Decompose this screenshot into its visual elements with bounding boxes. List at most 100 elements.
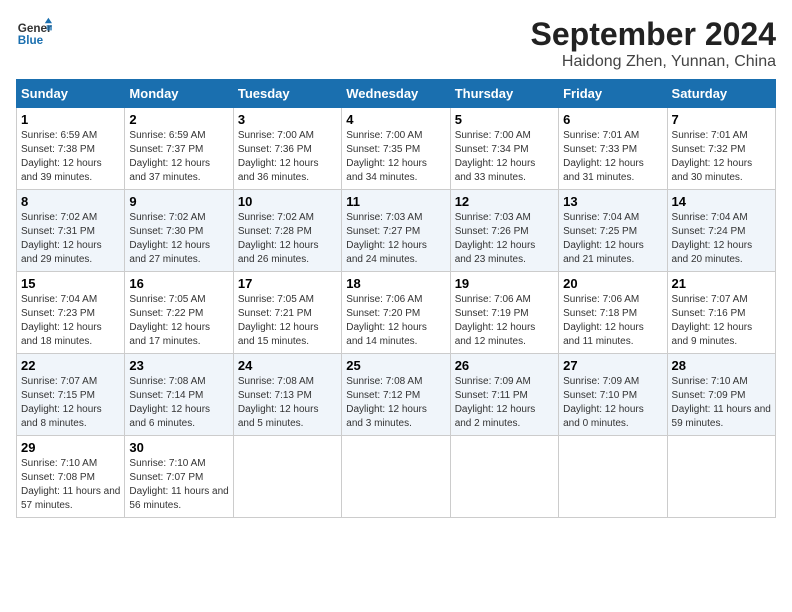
day-info: Sunrise: 7:00 AMSunset: 7:34 PMDaylight:… <box>455 129 554 185</box>
logo-icon: General Blue <box>16 16 52 52</box>
calendar-cell: 13 Sunrise: 7:04 AMSunset: 7:25 PMDayligh… <box>559 190 667 272</box>
day-info: Sunrise: 7:08 AMSunset: 7:12 PMDaylight:… <box>346 375 445 431</box>
calendar-cell: 3 Sunrise: 7:00 AMSunset: 7:36 PMDaylight… <box>233 108 341 190</box>
day-info: Sunrise: 7:03 AMSunset: 7:26 PMDaylight:… <box>455 211 554 267</box>
calendar-cell <box>233 436 341 518</box>
day-info: Sunrise: 7:05 AMSunset: 7:22 PMDaylight:… <box>129 293 228 349</box>
day-info: Sunrise: 7:00 AMSunset: 7:36 PMDaylight:… <box>238 129 337 185</box>
calendar-cell: 25 Sunrise: 7:08 AMSunset: 7:12 PMDayligh… <box>342 354 450 436</box>
day-number: 29 <box>21 440 120 455</box>
weekday-header: Sunday <box>17 80 125 108</box>
day-info: Sunrise: 6:59 AMSunset: 7:38 PMDaylight:… <box>21 129 120 185</box>
month-title: September 2024 <box>531 16 776 53</box>
day-number: 6 <box>563 112 662 127</box>
day-number: 2 <box>129 112 228 127</box>
day-number: 26 <box>455 358 554 373</box>
day-number: 25 <box>346 358 445 373</box>
svg-text:Blue: Blue <box>18 34 44 47</box>
day-info: Sunrise: 7:09 AMSunset: 7:11 PMDaylight:… <box>455 375 554 431</box>
calendar-cell: 15 Sunrise: 7:04 AMSunset: 7:23 PMDayligh… <box>17 272 125 354</box>
location: Haidong Zhen, Yunnan, China <box>531 53 776 71</box>
calendar-cell: 1 Sunrise: 6:59 AMSunset: 7:38 PMDaylight… <box>17 108 125 190</box>
day-info: Sunrise: 7:01 AMSunset: 7:32 PMDaylight:… <box>672 129 771 185</box>
calendar-cell: 4 Sunrise: 7:00 AMSunset: 7:35 PMDaylight… <box>342 108 450 190</box>
day-info: Sunrise: 7:06 AMSunset: 7:19 PMDaylight:… <box>455 293 554 349</box>
day-info: Sunrise: 7:08 AMSunset: 7:14 PMDaylight:… <box>129 375 228 431</box>
calendar-cell: 21 Sunrise: 7:07 AMSunset: 7:16 PMDayligh… <box>667 272 775 354</box>
day-number: 22 <box>21 358 120 373</box>
day-info: Sunrise: 7:03 AMSunset: 7:27 PMDaylight:… <box>346 211 445 267</box>
day-info: Sunrise: 7:07 AMSunset: 7:15 PMDaylight:… <box>21 375 120 431</box>
day-info: Sunrise: 7:00 AMSunset: 7:35 PMDaylight:… <box>346 129 445 185</box>
calendar-cell: 10Sunrise: 7:02 AMSunset: 7:28 PMDayligh… <box>233 190 341 272</box>
day-info: Sunrise: 7:08 AMSunset: 7:13 PMDaylight:… <box>238 375 337 431</box>
day-number: 27 <box>563 358 662 373</box>
weekday-header-row: SundayMondayTuesdayWednesdayThursdayFrid… <box>17 80 776 108</box>
day-number: 11 <box>346 194 445 209</box>
calendar-cell: 29 Sunrise: 7:10 AMSunset: 7:08 PMDayligh… <box>17 436 125 518</box>
day-info: Sunrise: 6:59 AMSunset: 7:37 PMDaylight:… <box>129 129 228 185</box>
title-section: September 2024 Haidong Zhen, Yunnan, Chi… <box>531 16 776 71</box>
day-number: 3 <box>238 112 337 127</box>
day-number: 21 <box>672 276 771 291</box>
calendar-cell: 6 Sunrise: 7:01 AMSunset: 7:33 PMDaylight… <box>559 108 667 190</box>
day-number: 13 <box>563 194 662 209</box>
calendar-cell <box>667 436 775 518</box>
calendar-cell: 2 Sunrise: 6:59 AMSunset: 7:37 PMDaylight… <box>125 108 233 190</box>
day-number: 9 <box>129 194 228 209</box>
calendar-cell <box>342 436 450 518</box>
day-number: 20 <box>563 276 662 291</box>
day-info: Sunrise: 7:04 AMSunset: 7:24 PMDaylight:… <box>672 211 771 267</box>
day-number: 1 <box>21 112 120 127</box>
day-info: Sunrise: 7:05 AMSunset: 7:21 PMDaylight:… <box>238 293 337 349</box>
weekday-header: Wednesday <box>342 80 450 108</box>
day-number: 14 <box>672 194 771 209</box>
day-number: 28 <box>672 358 771 373</box>
calendar-cell: 28 Sunrise: 7:10 AMSunset: 7:09 PMDayligh… <box>667 354 775 436</box>
day-info: Sunrise: 7:04 AMSunset: 7:25 PMDaylight:… <box>563 211 662 267</box>
day-number: 16 <box>129 276 228 291</box>
day-number: 30 <box>129 440 228 455</box>
calendar-cell: 17 Sunrise: 7:05 AMSunset: 7:21 PMDayligh… <box>233 272 341 354</box>
weekday-header: Friday <box>559 80 667 108</box>
calendar-cell <box>450 436 558 518</box>
calendar-cell: 7 Sunrise: 7:01 AMSunset: 7:32 PMDaylight… <box>667 108 775 190</box>
calendar-cell: 22 Sunrise: 7:07 AMSunset: 7:15 PMDayligh… <box>17 354 125 436</box>
calendar-cell: 24Sunrise: 7:08 AMSunset: 7:13 PMDayligh… <box>233 354 341 436</box>
calendar-cell: 9 Sunrise: 7:02 AMSunset: 7:30 PMDaylight… <box>125 190 233 272</box>
calendar-cell: 14 Sunrise: 7:04 AMSunset: 7:24 PMDayligh… <box>667 190 775 272</box>
day-info: Sunrise: 7:10 AMSunset: 7:09 PMDaylight:… <box>672 375 771 431</box>
calendar-cell: 19 Sunrise: 7:06 AMSunset: 7:19 PMDayligh… <box>450 272 558 354</box>
calendar-cell: 18Sunrise: 7:06 AMSunset: 7:20 PMDayligh… <box>342 272 450 354</box>
day-number: 8 <box>21 194 120 209</box>
weekday-header: Monday <box>125 80 233 108</box>
day-info: Sunrise: 7:04 AMSunset: 7:23 PMDaylight:… <box>21 293 120 349</box>
day-number: 18 <box>346 276 445 291</box>
day-info: Sunrise: 7:10 AMSunset: 7:08 PMDaylight:… <box>21 457 120 513</box>
calendar-cell: 5Sunrise: 7:00 AMSunset: 7:34 PMDaylight… <box>450 108 558 190</box>
day-info: Sunrise: 7:01 AMSunset: 7:33 PMDaylight:… <box>563 129 662 185</box>
day-number: 7 <box>672 112 771 127</box>
day-number: 15 <box>21 276 120 291</box>
calendar-cell: 27 Sunrise: 7:09 AMSunset: 7:10 PMDayligh… <box>559 354 667 436</box>
day-info: Sunrise: 7:09 AMSunset: 7:10 PMDaylight:… <box>563 375 662 431</box>
day-number: 23 <box>129 358 228 373</box>
calendar-cell: 8Sunrise: 7:02 AMSunset: 7:31 PMDaylight… <box>17 190 125 272</box>
weekday-header: Tuesday <box>233 80 341 108</box>
logo: General Blue <box>16 16 52 52</box>
day-info: Sunrise: 7:07 AMSunset: 7:16 PMDaylight:… <box>672 293 771 349</box>
day-number: 4 <box>346 112 445 127</box>
day-number: 19 <box>455 276 554 291</box>
day-number: 12 <box>455 194 554 209</box>
calendar-table: SundayMondayTuesdayWednesdayThursdayFrid… <box>16 79 776 518</box>
calendar-cell <box>559 436 667 518</box>
weekday-header: Saturday <box>667 80 775 108</box>
day-number: 10 <box>238 194 337 209</box>
calendar-cell: 30Sunrise: 7:10 AMSunset: 7:07 PMDayligh… <box>125 436 233 518</box>
calendar-cell: 16 Sunrise: 7:05 AMSunset: 7:22 PMDayligh… <box>125 272 233 354</box>
day-info: Sunrise: 7:06 AMSunset: 7:18 PMDaylight:… <box>563 293 662 349</box>
day-info: Sunrise: 7:02 AMSunset: 7:30 PMDaylight:… <box>129 211 228 267</box>
weekday-header: Thursday <box>450 80 558 108</box>
calendar-cell: 20 Sunrise: 7:06 AMSunset: 7:18 PMDayligh… <box>559 272 667 354</box>
day-number: 17 <box>238 276 337 291</box>
